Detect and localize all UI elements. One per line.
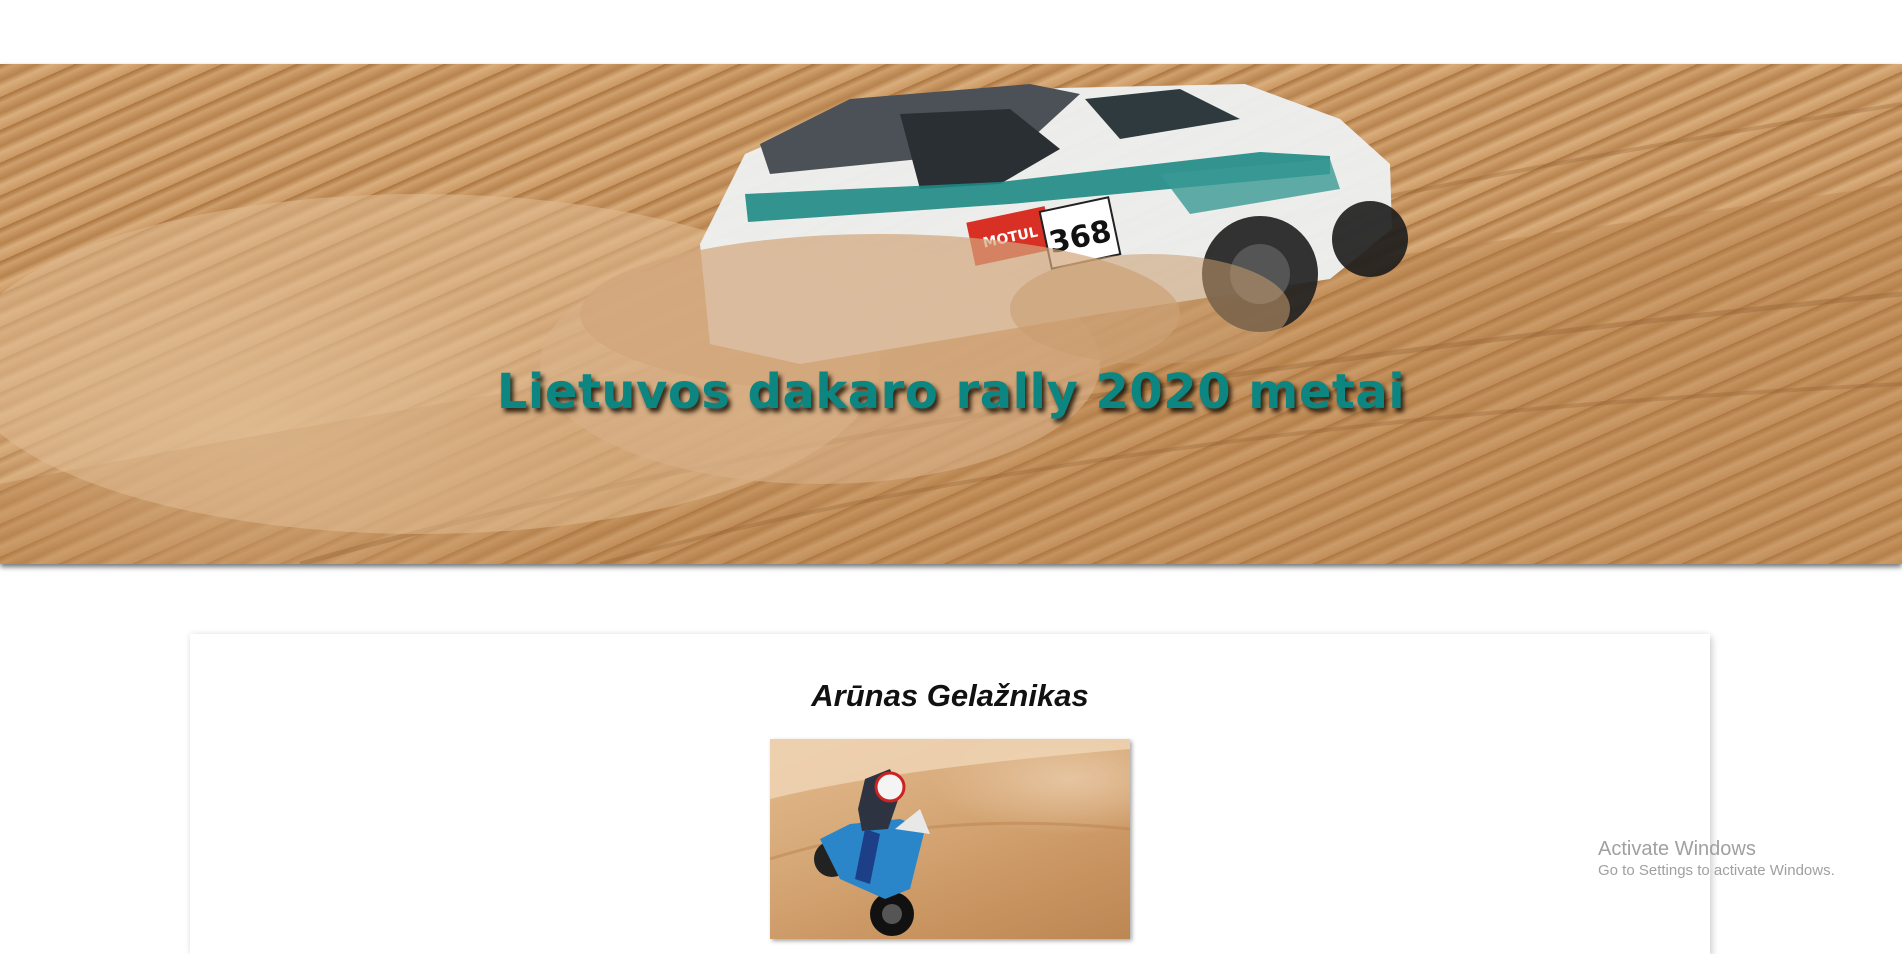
motorcycle-image	[770, 739, 1130, 936]
driver-name: Arūnas Gelažnikas	[811, 678, 1089, 713]
hero-banner: 368 MOTUL Lietuvos dakaro rally 2020 met…	[0, 64, 1902, 564]
watermark-title: Activate Windows	[1598, 838, 1756, 860]
driver-card: Arūnas Gelažnikas	[190, 634, 1710, 954]
top-bar	[0, 0, 1902, 64]
activate-windows-watermark: Activate Windows Go to Settings to activ…	[1598, 837, 1835, 881]
watermark-subtitle: Go to Settings to activate Windows.	[1598, 862, 1835, 879]
driver-photo[interactable]	[770, 739, 1130, 939]
hero-title: Lietuvos dakaro rally 2020 metai	[496, 364, 1406, 420]
rally-car-image: 368 MOTUL	[0, 84, 1902, 564]
